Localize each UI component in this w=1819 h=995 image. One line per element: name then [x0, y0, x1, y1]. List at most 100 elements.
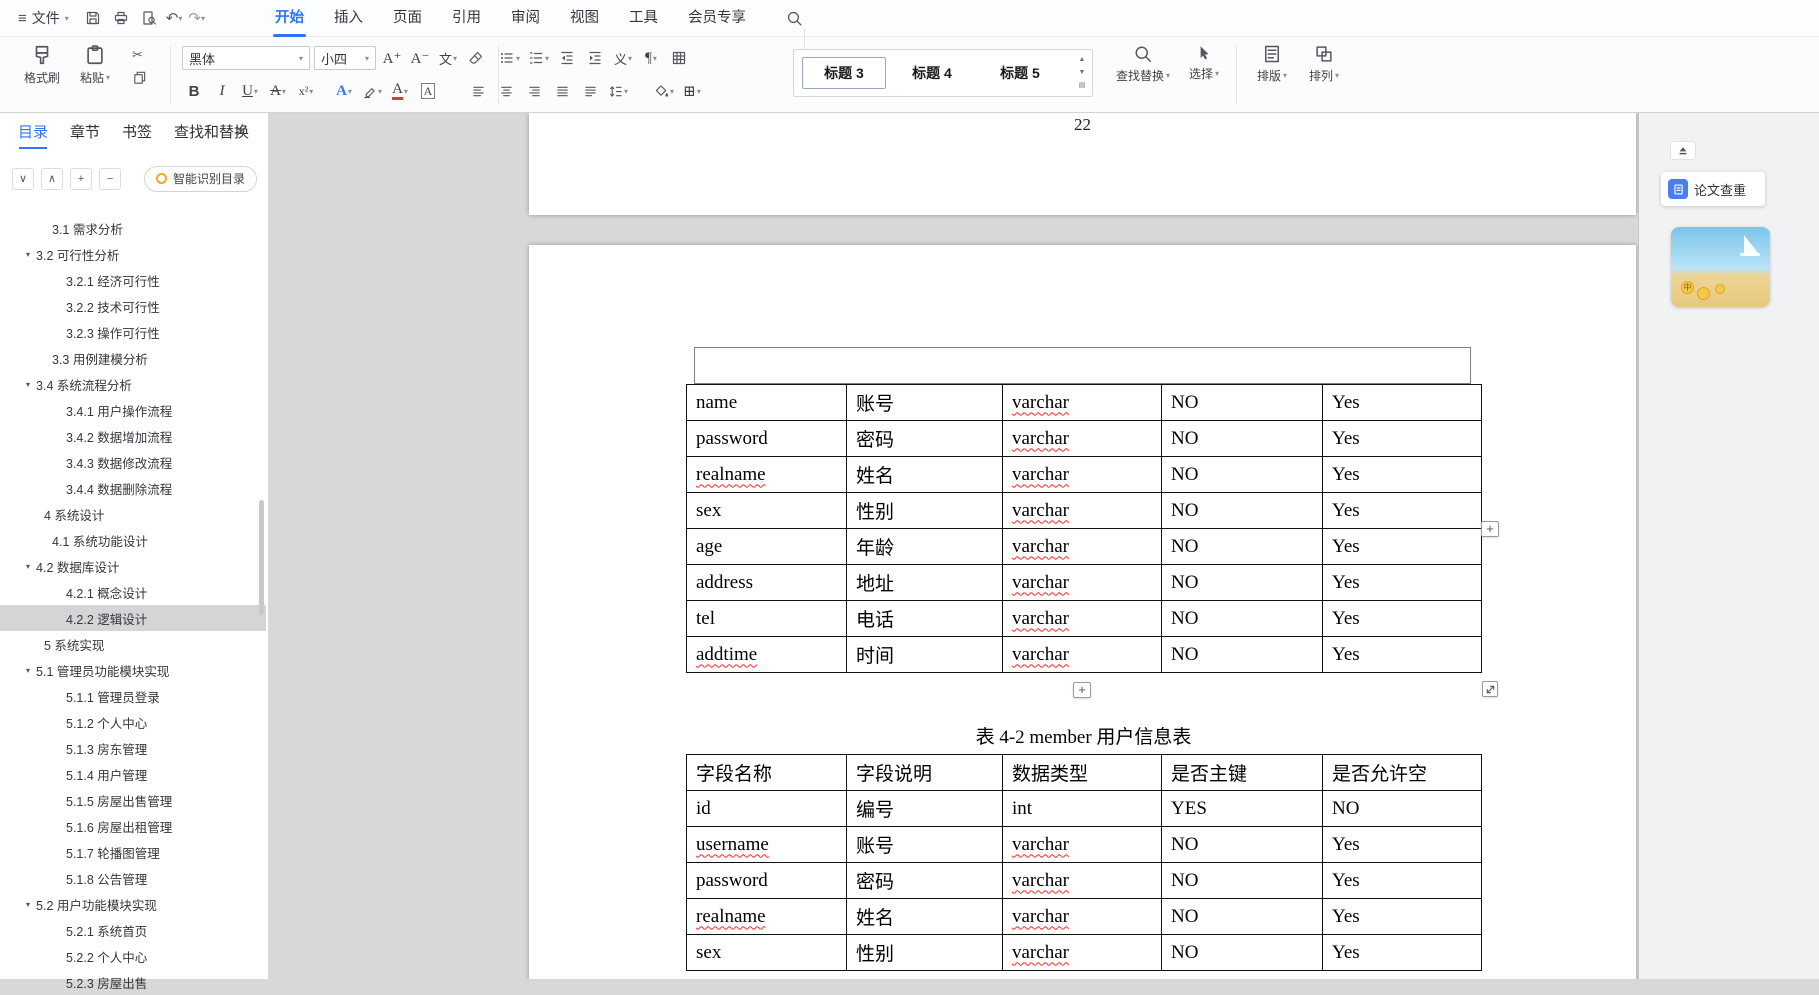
table-cell[interactable]: NO [1161, 934, 1323, 971]
toc-item[interactable]: 3.2.2 技术可行性 [0, 293, 266, 319]
table-cell[interactable]: 姓名 [846, 456, 1003, 493]
print-preview-button[interactable] [136, 5, 162, 31]
toc-item[interactable]: 3.2.3 操作可行性 [0, 319, 266, 345]
toc-item[interactable]: 3.4.3 数据修改流程 [0, 449, 266, 475]
shrink-font-button[interactable]: A⁻ [408, 46, 432, 70]
menu-tab-5[interactable]: 审阅 [496, 0, 555, 37]
borders-button[interactable]: ⊞ ▾ [680, 79, 704, 103]
paragraph-marks-button[interactable]: ¶ ▾ [639, 46, 663, 70]
toc-item[interactable]: 5.1.1 管理员登录 [0, 683, 266, 709]
table-cell[interactable]: Yes [1322, 456, 1482, 493]
table-cell[interactable]: Yes [1322, 826, 1482, 863]
toc-expand-icon[interactable]: ▾ [26, 900, 30, 909]
table-cell[interactable]: NO [1161, 456, 1323, 493]
table-cell[interactable]: NO [1161, 564, 1323, 601]
asian-layout-button[interactable]: 义 ▾ [611, 46, 635, 70]
table-cell[interactable]: Yes [1322, 862, 1482, 899]
toc-item[interactable]: ▾ 3.2 可行性分析 [0, 241, 266, 267]
toc-item[interactable]: 3.2.1 经济可行性 [0, 267, 266, 293]
table-cell[interactable]: 性别 [846, 492, 1003, 529]
table-cell[interactable]: Yes [1322, 636, 1482, 673]
table-cell[interactable]: varchar [1002, 600, 1162, 637]
distribute-button[interactable] [578, 79, 602, 103]
toc-expand-icon[interactable]: ▾ [26, 666, 30, 675]
field-table-1[interactable]: name 账号 varchar NO Yes password 密码 varchar NO Yes… [686, 384, 1482, 673]
toc-item[interactable]: 5 系统实现 [0, 631, 266, 657]
table-cell[interactable]: varchar [1002, 384, 1162, 421]
table-header-cell[interactable]: 是否主键 [1161, 754, 1323, 791]
table-cell[interactable]: Yes [1322, 898, 1482, 935]
table-cell[interactable]: 地址 [846, 564, 1003, 601]
toc-item[interactable]: ▾ 3.4 系统流程分析 [0, 371, 266, 397]
toc-item[interactable]: 5.1.6 房屋出租管理 [0, 813, 266, 839]
style-gallery-scroll[interactable]: ▲ ▼ ▤ [1075, 53, 1089, 92]
table-cell[interactable]: name [686, 384, 847, 421]
shading-button[interactable]: ▾ [652, 79, 676, 103]
table-cell[interactable]: NO [1322, 790, 1482, 827]
table-cell[interactable]: varchar [1002, 528, 1162, 565]
document-page-23[interactable]: name 账号 varchar NO Yes password 密码 varchar NO Yes… [529, 245, 1636, 979]
superscript-button[interactable]: x² ▾ [294, 79, 318, 103]
style-chip-1[interactable]: 标题 3 [802, 57, 886, 89]
style-chip-3[interactable]: 标题 5 [978, 57, 1062, 89]
toc-item[interactable]: 5.1.5 房屋出售管理 [0, 787, 266, 813]
table-cell[interactable]: NO [1161, 826, 1323, 863]
collapse-panel-button[interactable] [1670, 141, 1696, 160]
sidebar-tab-2[interactable]: 章节 [70, 113, 100, 154]
justify-button[interactable] [550, 79, 574, 103]
table-cell[interactable]: sex [686, 492, 847, 529]
table-cell[interactable]: NO [1161, 600, 1323, 637]
toc-item[interactable]: 5.1.4 用户管理 [0, 761, 266, 787]
table-cell[interactable]: 年龄 [846, 528, 1003, 565]
toc-item[interactable]: 5.2.3 房屋出售 [0, 969, 266, 995]
table-cell[interactable]: id [686, 790, 847, 827]
add-column-button[interactable]: + [1481, 521, 1499, 537]
find-replace-button[interactable]: 查找替换 ▾ [1111, 44, 1175, 84]
toc-expand-icon[interactable]: ▾ [26, 562, 30, 571]
table-cell[interactable]: 密码 [846, 420, 1003, 457]
zoom-in-button[interactable]: + [70, 167, 92, 190]
toc-item[interactable]: 3.1 需求分析 [0, 215, 266, 241]
arrange-button[interactable]: 排列 ▾ [1300, 44, 1348, 84]
bullets-button[interactable]: ▾ [497, 46, 522, 70]
zoom-out-button[interactable]: − [99, 167, 121, 190]
toc-item[interactable]: 4 系统设计 [0, 501, 266, 527]
sidebar-tab-3[interactable]: 书签 [122, 113, 152, 154]
char-border-button[interactable]: A [416, 79, 440, 103]
table-cell[interactable]: realname [686, 898, 847, 935]
table-cell[interactable]: varchar [1002, 420, 1162, 457]
table-cell[interactable]: 编号 [846, 790, 1003, 827]
menu-tab-1[interactable]: 开始 [260, 0, 319, 37]
toc-item[interactable]: 3.4.2 数据增加流程 [0, 423, 266, 449]
table-cell[interactable]: varchar [1002, 564, 1162, 601]
grid-paper-button[interactable] [667, 46, 691, 70]
table-cell[interactable]: password [686, 420, 847, 457]
menu-tab-3[interactable]: 页面 [378, 0, 437, 37]
toc-item[interactable]: 3.4.1 用户操作流程 [0, 397, 266, 423]
document-area[interactable]: 22 name 账号 varchar NO Yes password 密码 varchar NO… [269, 113, 1638, 979]
clear-format-button[interactable] [464, 46, 488, 70]
toc-item[interactable]: 5.1.3 房东管理 [0, 735, 266, 761]
field-table-2[interactable]: 字段名称 字段说明 数据类型 是否主键 是否允许空 id 编号 int YES NO usernam… [686, 754, 1482, 971]
save-button[interactable] [80, 5, 106, 31]
bold-button[interactable]: B [182, 79, 206, 103]
table-cell[interactable]: addtime [686, 636, 847, 673]
table-cell[interactable]: NO [1161, 528, 1323, 565]
toc-item[interactable]: 5.2.2 个人中心 [0, 943, 266, 969]
line-spacing-button[interactable]: ▾ [606, 79, 630, 103]
table-header-cell[interactable]: 字段名称 [686, 754, 847, 791]
collapse-all-button[interactable]: ∨ [12, 167, 34, 190]
font-color-button[interactable]: A ▾ [388, 79, 412, 103]
table-cell[interactable]: age [686, 528, 847, 565]
align-right-button[interactable] [522, 79, 546, 103]
copy-button[interactable] [132, 70, 147, 85]
gallery-down-icon[interactable]: ▼ [1075, 66, 1089, 79]
table-cell[interactable]: 性别 [846, 934, 1003, 971]
sidebar-close-button[interactable]: × [236, 122, 246, 142]
toc-item[interactable]: 4.2.1 概念设计 [0, 579, 266, 605]
table-resize-handle[interactable] [1482, 681, 1498, 697]
menu-tab-6[interactable]: 视图 [555, 0, 614, 37]
add-row-button[interactable]: + [1073, 682, 1091, 698]
toc-item[interactable]: 5.1.2 个人中心 [0, 709, 266, 735]
toc-expand-icon[interactable]: ▾ [26, 250, 30, 259]
